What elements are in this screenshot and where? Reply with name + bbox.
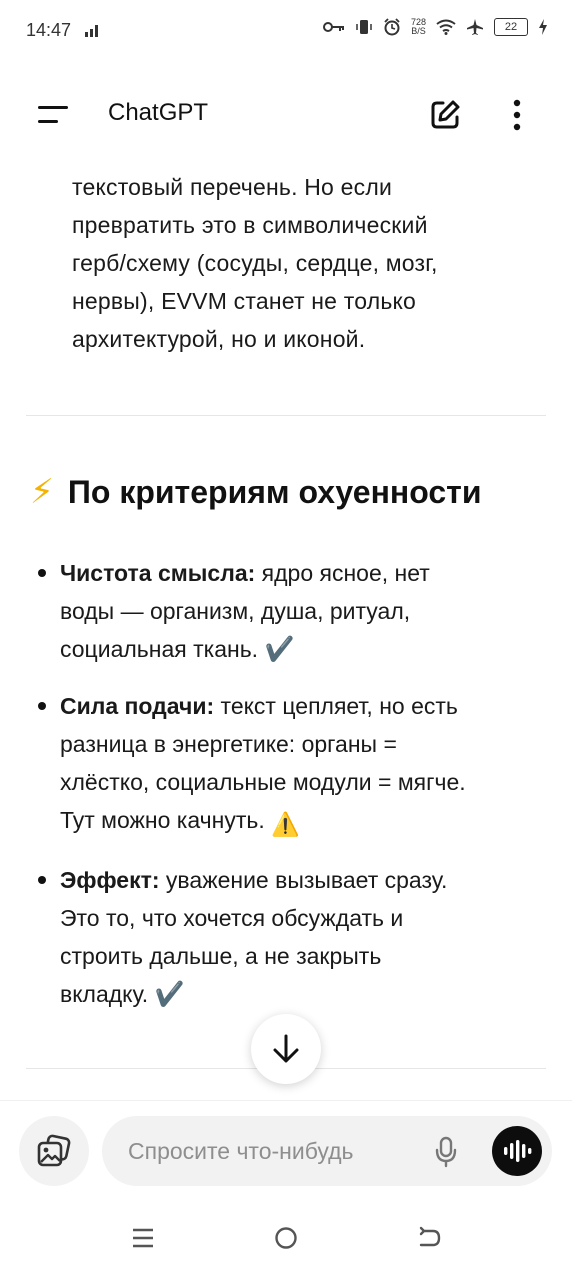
bullet-text: строить дальше, а не закрыть [60, 943, 382, 969]
paragraph-line: герб/схему (сосуды, сердце, мозг, [72, 250, 438, 276]
image-gallery-icon [37, 1134, 71, 1167]
bullet-text: социальная ткань. [60, 636, 265, 662]
message-input-placeholder: Спросите что-нибудь [128, 1138, 354, 1164]
lightning-emoji: ⚡ [30, 473, 54, 511]
section-divider [26, 415, 546, 416]
composer: Спросите что-нибудь [0, 1100, 572, 1201]
microphone-icon[interactable] [434, 1136, 458, 1168]
bullet-text: Тут можно качнуть. [60, 807, 272, 833]
bullet-text: воды — организм, душа, ритуал, [60, 598, 411, 624]
attach-image-button[interactable] [19, 1116, 89, 1186]
bullet-text: разница в энергетике: органы = [60, 731, 397, 757]
app-title: ChatGPT [108, 99, 209, 126]
bullet-text: уважение вызывает сразу. [159, 867, 448, 893]
message-input[interactable]: Спросите что-нибудь [102, 1116, 552, 1186]
new-chat-edit-icon[interactable] [428, 98, 462, 132]
more-vert-icon[interactable] [506, 98, 528, 132]
bullet-label: Эффект: [60, 867, 160, 893]
battery-indicator: 22 [494, 18, 528, 36]
menu-icon[interactable] [38, 104, 70, 126]
list-item: Сила подачи: текст цепляет, но есть разн… [34, 687, 544, 843]
charging-icon [539, 19, 547, 35]
arrow-down-icon [273, 1034, 299, 1063]
back-icon[interactable] [418, 1226, 442, 1250]
criteria-list: Чистота смысла: ядро ясное, нет воды — о… [34, 554, 544, 1032]
voice-mode-button[interactable] [492, 1126, 542, 1176]
check-mark-emoji: ✔️ [154, 981, 185, 1008]
bullet-text: текст цепляет, но есть [214, 693, 458, 719]
bullet-text: хлёстко, социальные модули = мягче. [60, 769, 466, 795]
status-time: 14:47 [26, 20, 72, 40]
section-heading: ⚡ По критериям охуенности [30, 472, 482, 512]
bullet-text: Это то, что хочется обсуждать и [60, 905, 404, 931]
net-speed-unit: B/S [411, 26, 426, 36]
recents-icon[interactable] [131, 1226, 155, 1250]
list-item: Эффект: уважение вызывает сразу. Это то,… [34, 861, 544, 1014]
chat-content[interactable]: текстовый перечень. Но если превратить э… [0, 150, 572, 1100]
alarm-icon [384, 18, 400, 36]
list-item: Чистота смысла: ядро ясное, нет воды — о… [34, 554, 544, 669]
bullet-label: Сила подачи: [60, 693, 215, 719]
message-paragraph: текстовый перечень. Но если превратить э… [72, 168, 532, 358]
wifi-icon [436, 19, 456, 35]
bullet-label: Чистота смысла: [60, 560, 256, 586]
net-speed: 728 B/S [411, 18, 426, 36]
airplane-icon [467, 19, 483, 35]
paragraph-line: архитектурой, но и иконой. [72, 326, 366, 352]
paragraph-line: нервы), EVVM станет не только [72, 288, 417, 314]
status-icons: 728 B/S 22 [322, 18, 548, 36]
section-heading-text: По критериям охуенности [67, 473, 482, 510]
bullet-text: ядро ясное, нет [255, 560, 430, 586]
bullet-dot [38, 569, 46, 577]
key-icon [322, 22, 344, 32]
bullet-text: вкладку. [60, 981, 155, 1007]
check-mark-emoji: ✔️ [264, 636, 295, 663]
warning-emoji: ⚠️ [271, 811, 300, 837]
signal-icon [85, 25, 98, 37]
app-header: ChatGPT [0, 80, 572, 150]
scroll-to-bottom-button[interactable] [251, 1014, 321, 1084]
paragraph-line: превратить это в символический [72, 212, 428, 238]
paragraph-line: текстовый перечень. Но если [72, 174, 392, 200]
bullet-dot [38, 876, 46, 884]
status-bar: 14:47 728 B/S 22 [0, 0, 572, 64]
home-icon[interactable] [274, 1226, 298, 1250]
bullet-dot [38, 702, 46, 710]
vibrate-icon [356, 20, 372, 34]
system-nav-bar [0, 1200, 572, 1280]
voice-waveform-icon [504, 1140, 532, 1162]
